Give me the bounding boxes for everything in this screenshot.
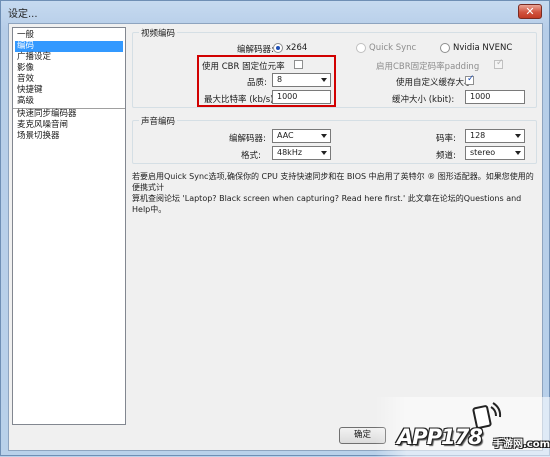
sidebar-item-hotkeys[interactable]: 快捷键 xyxy=(15,85,123,96)
encoder-quicksync-radio[interactable] xyxy=(356,43,366,53)
checkmark-icon: ✓ xyxy=(467,74,475,84)
audio-group-title: 声音编码 xyxy=(139,115,178,127)
watermark-text: APP178 xyxy=(397,425,483,449)
checkmark-icon: ✓ xyxy=(496,58,504,68)
encoder-x264-label: x264 xyxy=(286,43,308,53)
app178-watermark: APP178 手游网.com xyxy=(375,397,550,457)
sidebar-item-video[interactable]: 影像 xyxy=(15,63,123,74)
note-line-1: 若要启用Quick Sync选项,确保你的 CPU 支持快速同步和在 BIOS … xyxy=(132,172,534,192)
note-line-2: 算机查阅论坛 'Laptop? Black screen when captur… xyxy=(132,194,522,214)
sidebar-item-noise-gate[interactable]: 麦克风噪音闸 xyxy=(15,120,123,131)
sidebar-item-broadcast[interactable]: 广播设定 xyxy=(15,52,123,63)
sidebar-item-advanced[interactable]: 高级 xyxy=(15,96,123,107)
buffer-size-label: 缓冲大小 (kbit): xyxy=(392,95,455,105)
audio-format-value: 48kHz xyxy=(277,148,303,157)
radio-dot-icon xyxy=(276,46,280,50)
audio-channel-value: stereo xyxy=(470,148,496,157)
chevron-down-icon xyxy=(515,151,521,155)
video-encoder-label: 编解码器: xyxy=(237,45,274,55)
video-group-title: 视频编码 xyxy=(139,27,178,39)
watermark-sub: 手游网 xyxy=(493,439,523,450)
sidebar-item-general[interactable]: 一般 xyxy=(15,30,123,41)
audio-codec-select[interactable]: AAC xyxy=(272,129,331,143)
red-highlight-box xyxy=(197,55,336,107)
settings-window: 设定... ✕ 一般 编码 广播设定 影像 音效 快捷键 高级 快速同步编码器 … xyxy=(0,0,550,457)
sidebar-item-scene-switcher[interactable]: 场景切换器 xyxy=(15,131,123,142)
encoder-nvenc-label: Nvidia NVENC xyxy=(453,43,513,53)
custom-buffer-label: 使用自定义缓存大小 xyxy=(396,78,473,88)
audio-bitrate-label: 码率: xyxy=(436,134,456,144)
chevron-down-icon xyxy=(515,134,521,138)
audio-bitrate-value: 128 xyxy=(470,131,486,140)
audio-format-select[interactable]: 48kHz xyxy=(272,146,331,160)
cbr-padding-label: 启用CBR固定码率padding xyxy=(376,62,480,72)
encoder-quicksync-label: Quick Sync xyxy=(369,43,417,53)
sidebar-item-audio[interactable]: 音效 xyxy=(15,74,123,85)
quicksync-help-note: 若要启用Quick Sync选项,确保你的 CPU 支持快速同步和在 BIOS … xyxy=(132,171,537,215)
encoder-nvenc-radio[interactable] xyxy=(440,43,450,53)
sidebar-item-quicksync[interactable]: 快速同步编码器 xyxy=(15,109,123,120)
close-icon: ✕ xyxy=(525,5,535,18)
audio-codec-value: AAC xyxy=(277,131,294,140)
watermark-subtext: 手游网.com xyxy=(493,435,550,450)
buffer-size-input[interactable]: 1000 xyxy=(465,90,525,104)
encoder-x264-radio[interactable] xyxy=(273,43,283,53)
buffer-size-value: 1000 xyxy=(470,92,491,101)
audio-codec-label: 编解码器: xyxy=(229,134,266,144)
custom-buffer-checkbox[interactable]: ✓ xyxy=(465,74,475,85)
close-button[interactable]: ✕ xyxy=(518,4,542,19)
title-bar[interactable]: 设定... ✕ xyxy=(1,1,549,23)
cbr-padding-checkbox[interactable]: ✓ xyxy=(494,58,504,69)
sidebar-item-encoding[interactable]: 编码 xyxy=(15,41,123,52)
chevron-down-icon xyxy=(321,134,327,138)
audio-bitrate-select[interactable]: 128 xyxy=(465,129,525,143)
audio-format-label: 格式: xyxy=(241,151,261,161)
dialog-body: 一般 编码 广播设定 影像 音效 快捷键 高级 快速同步编码器 麦克风噪音闸 场… xyxy=(8,23,543,451)
settings-category-list[interactable]: 一般 编码 广播设定 影像 音效 快捷键 高级 快速同步编码器 麦克风噪音闸 场… xyxy=(12,27,126,425)
audio-channel-label: 频道: xyxy=(436,151,456,161)
watermark-domain: .com xyxy=(523,439,550,450)
chevron-down-icon xyxy=(321,151,327,155)
window-title: 设定... xyxy=(8,9,38,20)
audio-channel-select[interactable]: stereo xyxy=(465,146,525,160)
